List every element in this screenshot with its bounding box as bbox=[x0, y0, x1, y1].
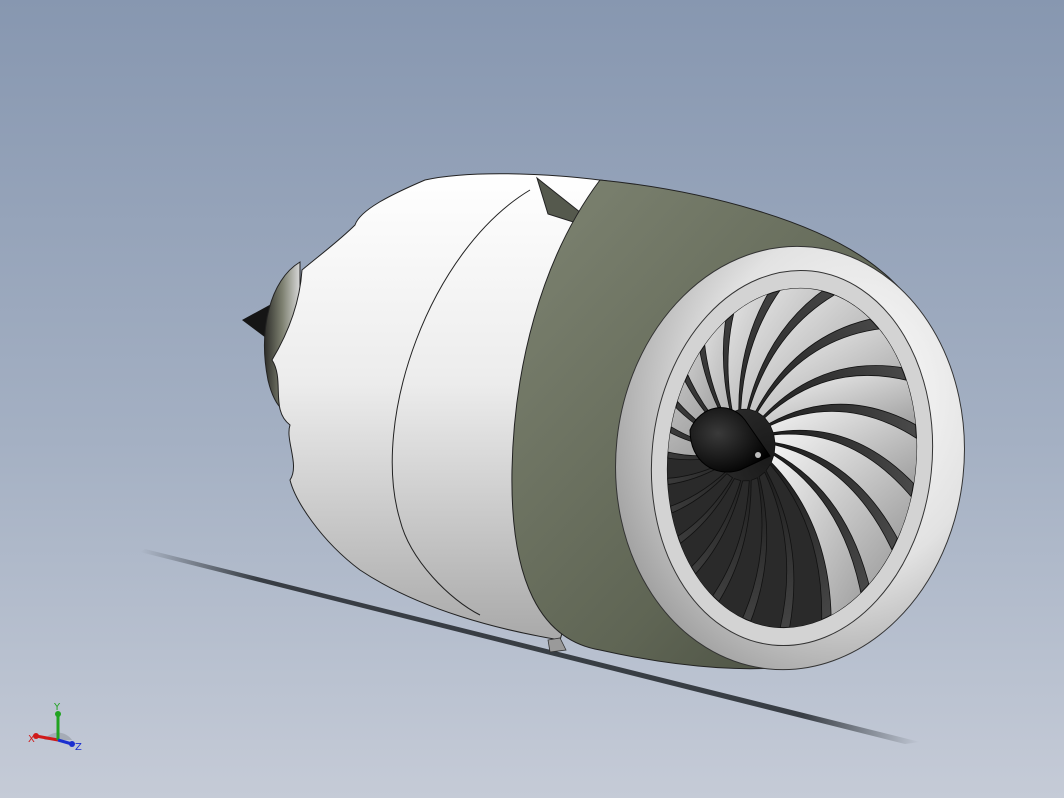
lower-fitting bbox=[547, 637, 567, 653]
z-axis-label: Z bbox=[75, 742, 82, 753]
engine-model-view[interactable] bbox=[0, 0, 1064, 798]
orientation-triad[interactable]: X Y Z bbox=[22, 700, 92, 760]
spinner-tip bbox=[755, 452, 761, 458]
cad-viewport[interactable]: X Y Z bbox=[0, 0, 1064, 798]
x-axis-label: X bbox=[28, 734, 35, 745]
y-axis-label: Y bbox=[53, 702, 61, 713]
